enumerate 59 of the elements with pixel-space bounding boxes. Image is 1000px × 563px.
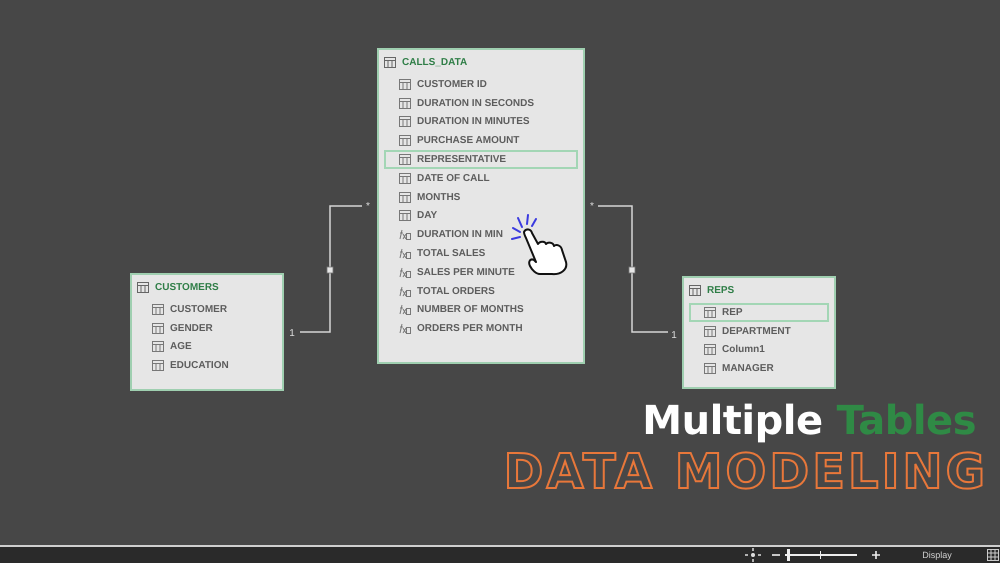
column-icon (152, 341, 164, 352)
cardinality-label: 1 (289, 328, 295, 339)
column-icon (152, 360, 164, 372)
field-item[interactable]: MONTHS (384, 188, 578, 207)
cardinality-label: * (590, 201, 594, 212)
headline-word: Tables (836, 398, 976, 444)
field-item[interactable]: Column1 (689, 340, 829, 360)
cardinality-label: * (366, 201, 370, 212)
field-item[interactable]: PURCHASE AMOUNT (384, 131, 578, 150)
field-item[interactable]: DATE OF CALL (384, 168, 578, 188)
field-item[interactable]: CUSTOMER ID (384, 75, 578, 94)
field-item[interactable]: DEPARTMENT (689, 322, 829, 341)
column-icon (399, 135, 411, 146)
column-icon (704, 363, 716, 374)
column-icon (399, 192, 411, 203)
column-icon (152, 322, 164, 334)
column-icon (399, 210, 411, 222)
column-icon (704, 344, 716, 356)
field-item[interactable]: NUMBER OF MONTHS (384, 300, 578, 320)
field-item[interactable]: MANAGER (689, 359, 829, 378)
field-item[interactable]: DURATION IN MIN (384, 225, 578, 244)
table-card[interactable] (377, 48, 585, 364)
column-icon (399, 172, 411, 184)
field-item[interactable]: CUSTOMER (137, 300, 277, 319)
field-item[interactable]: AGE (137, 338, 277, 356)
grid-icon[interactable] (987, 549, 999, 561)
table-icon (689, 284, 701, 296)
field-item[interactable]: TOTAL SALES (384, 244, 578, 263)
column-icon (704, 306, 716, 318)
field-item[interactable]: DURATION IN MINUTES (384, 112, 578, 132)
table-card[interactable]: REPS REP DEPARTMENT Column1 MANAGER (682, 276, 836, 389)
table-name: REPS (707, 284, 734, 296)
table-name: CALLS_DATA (402, 56, 468, 68)
cardinality-label: 1 (671, 330, 677, 341)
column-icon (152, 304, 164, 315)
move-icon[interactable] (745, 548, 761, 562)
column-icon (704, 326, 716, 337)
table-card[interactable]: CUSTOMERS CUSTOMER GENDER AGE EDUCATION (130, 273, 284, 391)
field-item[interactable]: EDUCATION (137, 356, 277, 376)
column-icon (399, 116, 411, 128)
column-icon (399, 78, 411, 90)
table-name: CUSTOMERS (155, 282, 219, 292)
plus-icon[interactable] (871, 550, 881, 560)
field-item[interactable]: DAY (384, 206, 578, 226)
field-item[interactable]: REP (689, 303, 829, 322)
column-icon (399, 154, 411, 166)
display-button[interactable]: Display (917, 550, 957, 560)
column-icon (399, 98, 411, 109)
table-icon (137, 282, 149, 292)
field-item[interactable]: GENDER (137, 318, 277, 338)
slider-thumb[interactable] (787, 549, 790, 561)
field-item[interactable]: TOTAL ORDERS (384, 282, 578, 301)
field-item[interactable]: DURATION IN SECONDS (384, 94, 578, 113)
headline-word: Multiple (642, 398, 823, 444)
field-item[interactable]: SALES PER MINUTE (384, 262, 578, 282)
field-item[interactable]: ORDERS PER MONTH (384, 319, 578, 338)
table-icon (384, 56, 396, 68)
field-item[interactable]: REPRESENTATIVE (384, 150, 578, 169)
headline-subtitle: DATA MODELING (504, 444, 988, 500)
